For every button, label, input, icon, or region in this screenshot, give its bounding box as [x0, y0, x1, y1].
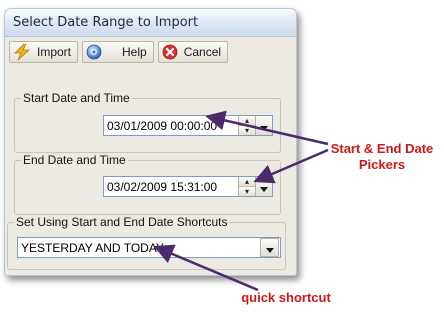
spin-up-icon[interactable]: ▴ — [239, 177, 255, 187]
spin-down-icon[interactable]: ▾ — [239, 187, 255, 196]
lightning-icon — [13, 44, 31, 60]
chevron-down-icon — [260, 116, 268, 135]
help-icon — [86, 44, 102, 60]
spin-up-icon[interactable]: ▴ — [239, 116, 255, 126]
title-bar[interactable]: Select Date Range to Import — [5, 9, 296, 37]
help-label: Help — [122, 45, 147, 59]
toolbar: Import Help Cancel — [5, 38, 296, 66]
shortcut-select[interactable]: YESTERDAY AND TODAY — [17, 237, 281, 258]
start-date-picker[interactable]: 03/01/2009 00:00:00 ▴ ▾ — [103, 115, 273, 136]
cancel-x-icon — [162, 44, 178, 60]
pickers-annotation: Start & End Date Pickers — [320, 141, 444, 173]
pickers-annotation-line2: Pickers — [358, 157, 406, 172]
start-date-group-label: Start Date and Time — [23, 91, 130, 105]
start-date-spinner[interactable]: ▴ ▾ — [238, 116, 255, 135]
spin-down-icon[interactable]: ▾ — [239, 126, 255, 135]
help-button[interactable]: Help — [82, 41, 154, 63]
shortcut-annotation: quick shortcut — [241, 290, 331, 305]
screenshot-stage: Select Date Range to Import Import Help … — [0, 0, 444, 316]
start-date-dropdown-button[interactable] — [255, 116, 272, 135]
start-date-value[interactable]: 03/01/2009 00:00:00 — [104, 119, 238, 133]
chevron-down-icon — [260, 177, 268, 196]
cancel-button[interactable]: Cancel — [157, 41, 229, 63]
chevron-down-icon — [265, 238, 274, 257]
end-date-group-label: End Date and Time — [23, 153, 126, 167]
date-range-dialog: Select Date Range to Import Import Help … — [4, 8, 297, 276]
window-title: Select Date Range to Import — [13, 15, 199, 30]
cancel-label: Cancel — [183, 45, 222, 59]
shortcut-dropdown-button[interactable] — [260, 238, 279, 257]
pickers-annotation-line1: Start & End Date — [330, 141, 434, 156]
end-date-picker[interactable]: 03/02/2009 15:31:00 ▴ ▾ — [103, 176, 273, 197]
import-button[interactable]: Import — [9, 41, 79, 63]
end-date-dropdown-button[interactable] — [255, 177, 272, 196]
shortcut-selected-value: YESTERDAY AND TODAY — [21, 240, 164, 255]
import-label: Import — [37, 45, 72, 59]
end-date-value[interactable]: 03/02/2009 15:31:00 — [104, 180, 238, 194]
end-date-spinner[interactable]: ▴ ▾ — [238, 177, 255, 196]
shortcut-group-label: Set Using Start and End Date Shortcuts — [16, 215, 228, 229]
